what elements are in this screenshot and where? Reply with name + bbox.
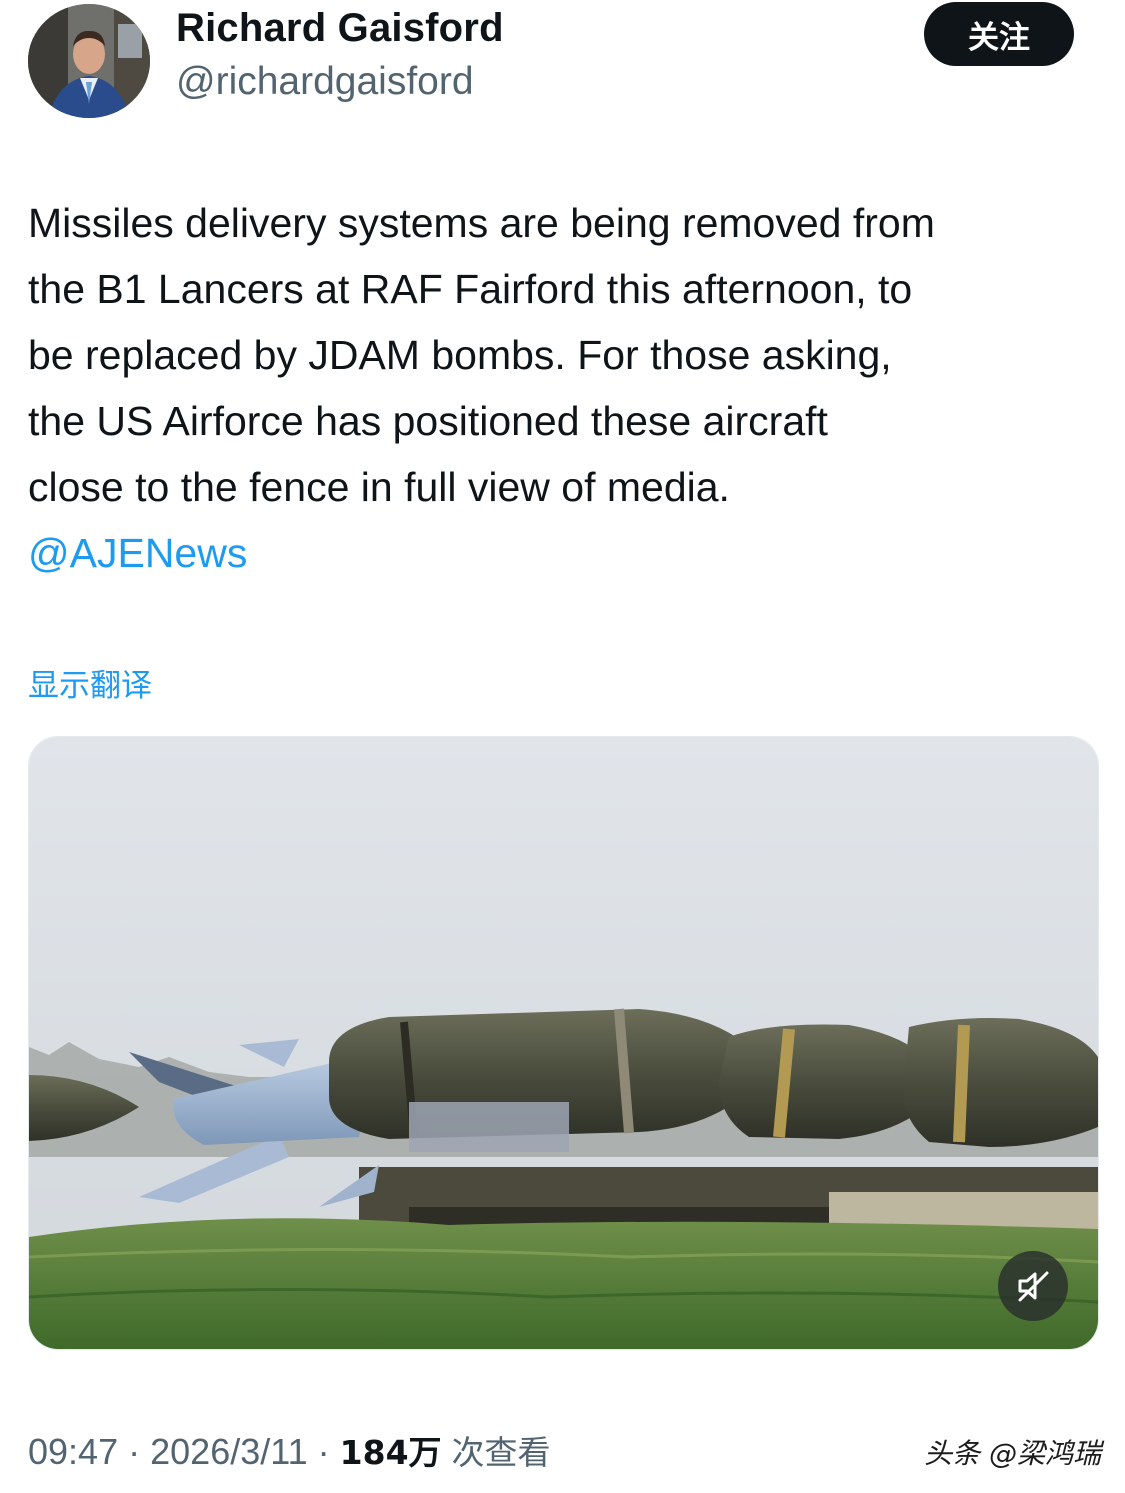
meta-separator: · bbox=[128, 1431, 141, 1472]
meta-separator: · bbox=[317, 1431, 330, 1472]
tweet-date[interactable]: 2026/3/11 bbox=[150, 1431, 307, 1472]
tweet-meta: 09:47 · 2026/3/11 · 184万 次查看 bbox=[28, 1426, 551, 1474]
author-display-name[interactable]: Richard Gaisford bbox=[176, 6, 504, 51]
author-avatar[interactable] bbox=[28, 4, 150, 118]
tweet-time[interactable]: 09:47 bbox=[28, 1431, 118, 1472]
tweet-text-line: the US Airforce has positioned these air… bbox=[28, 398, 828, 444]
mention-link[interactable]: @AJENews bbox=[28, 530, 247, 576]
follow-button[interactable]: 关注 bbox=[924, 2, 1074, 66]
tweet-text-line: Missiles delivery systems are being remo… bbox=[28, 200, 935, 246]
mute-toggle-button[interactable] bbox=[998, 1251, 1068, 1321]
tweet-media-video[interactable] bbox=[28, 736, 1099, 1350]
media-image bbox=[29, 737, 1098, 1349]
avatar-photo bbox=[28, 4, 150, 118]
tweet-text-line: close to the fence in full view of media… bbox=[28, 464, 730, 510]
show-translation-link[interactable]: 显示翻译 bbox=[28, 660, 152, 705]
speaker-muted-icon bbox=[1018, 1271, 1049, 1302]
tweet-text-line: be replaced by JDAM bombs. For those ask… bbox=[28, 332, 892, 378]
author-handle[interactable]: @richardgaisford bbox=[176, 60, 474, 104]
views-label: 次查看 bbox=[451, 1433, 551, 1472]
tweet-text-line: the B1 Lancers at RAF Fairford this afte… bbox=[28, 266, 913, 312]
source-watermark: 头条 @梁鸿瑞 bbox=[924, 1437, 1101, 1470]
tweet-text: Missiles delivery systems are being remo… bbox=[28, 190, 1103, 586]
views-count[interactable]: 184万 bbox=[340, 1433, 442, 1472]
